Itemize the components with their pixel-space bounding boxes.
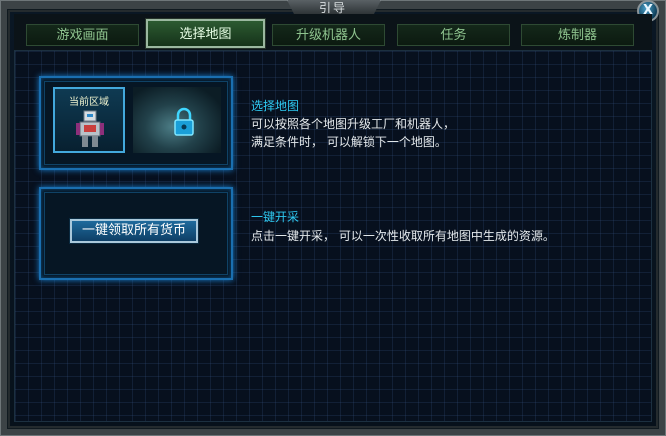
tab-select-map[interactable]: 选择地图 <box>146 19 265 48</box>
tab-game-screen[interactable]: 游戏画面 <box>26 24 139 46</box>
one-click-mining-line-1: 点击一键开采， 可以一次性收取所有地图中生成的资源。 <box>251 229 555 243</box>
select-map-description: 可以按照各个地图升级工厂和机器人， 满足条件时， 可以解锁下一个地图。 <box>251 115 611 151</box>
collect-illustration: 一键领取所有货币 <box>39 187 233 280</box>
current-region-box: 当前区域 <box>53 87 125 153</box>
collect-all-currency-button[interactable]: 一键领取所有货币 <box>70 219 198 243</box>
current-region-label: 当前区域 <box>69 97 109 108</box>
select-map-line-2: 满足条件时， 可以解锁下一个地图。 <box>251 135 447 149</box>
select-map-line-1: 可以按照各个地图升级工厂和机器人， <box>251 117 456 131</box>
select-map-title: 选择地图 <box>251 99 300 113</box>
tab-upgrade-robot[interactable]: 升级机器人 <box>272 24 385 46</box>
one-click-mining-title: 一键开采 <box>251 210 300 224</box>
one-click-mining-description: 点击一键开采， 可以一次性收取所有地图中生成的资源。 <box>251 227 611 245</box>
lock-icon <box>174 107 194 136</box>
tab-bar: 游戏画面 选择地图 升级机器人 任务 炼制器 <box>14 14 652 50</box>
select-map-illustration: 当前区域 <box>39 76 233 170</box>
robot-icon <box>76 110 104 147</box>
map-scene <box>133 87 221 153</box>
tab-refiner[interactable]: 炼制器 <box>521 24 634 46</box>
tab-tasks[interactable]: 任务 <box>397 24 510 46</box>
